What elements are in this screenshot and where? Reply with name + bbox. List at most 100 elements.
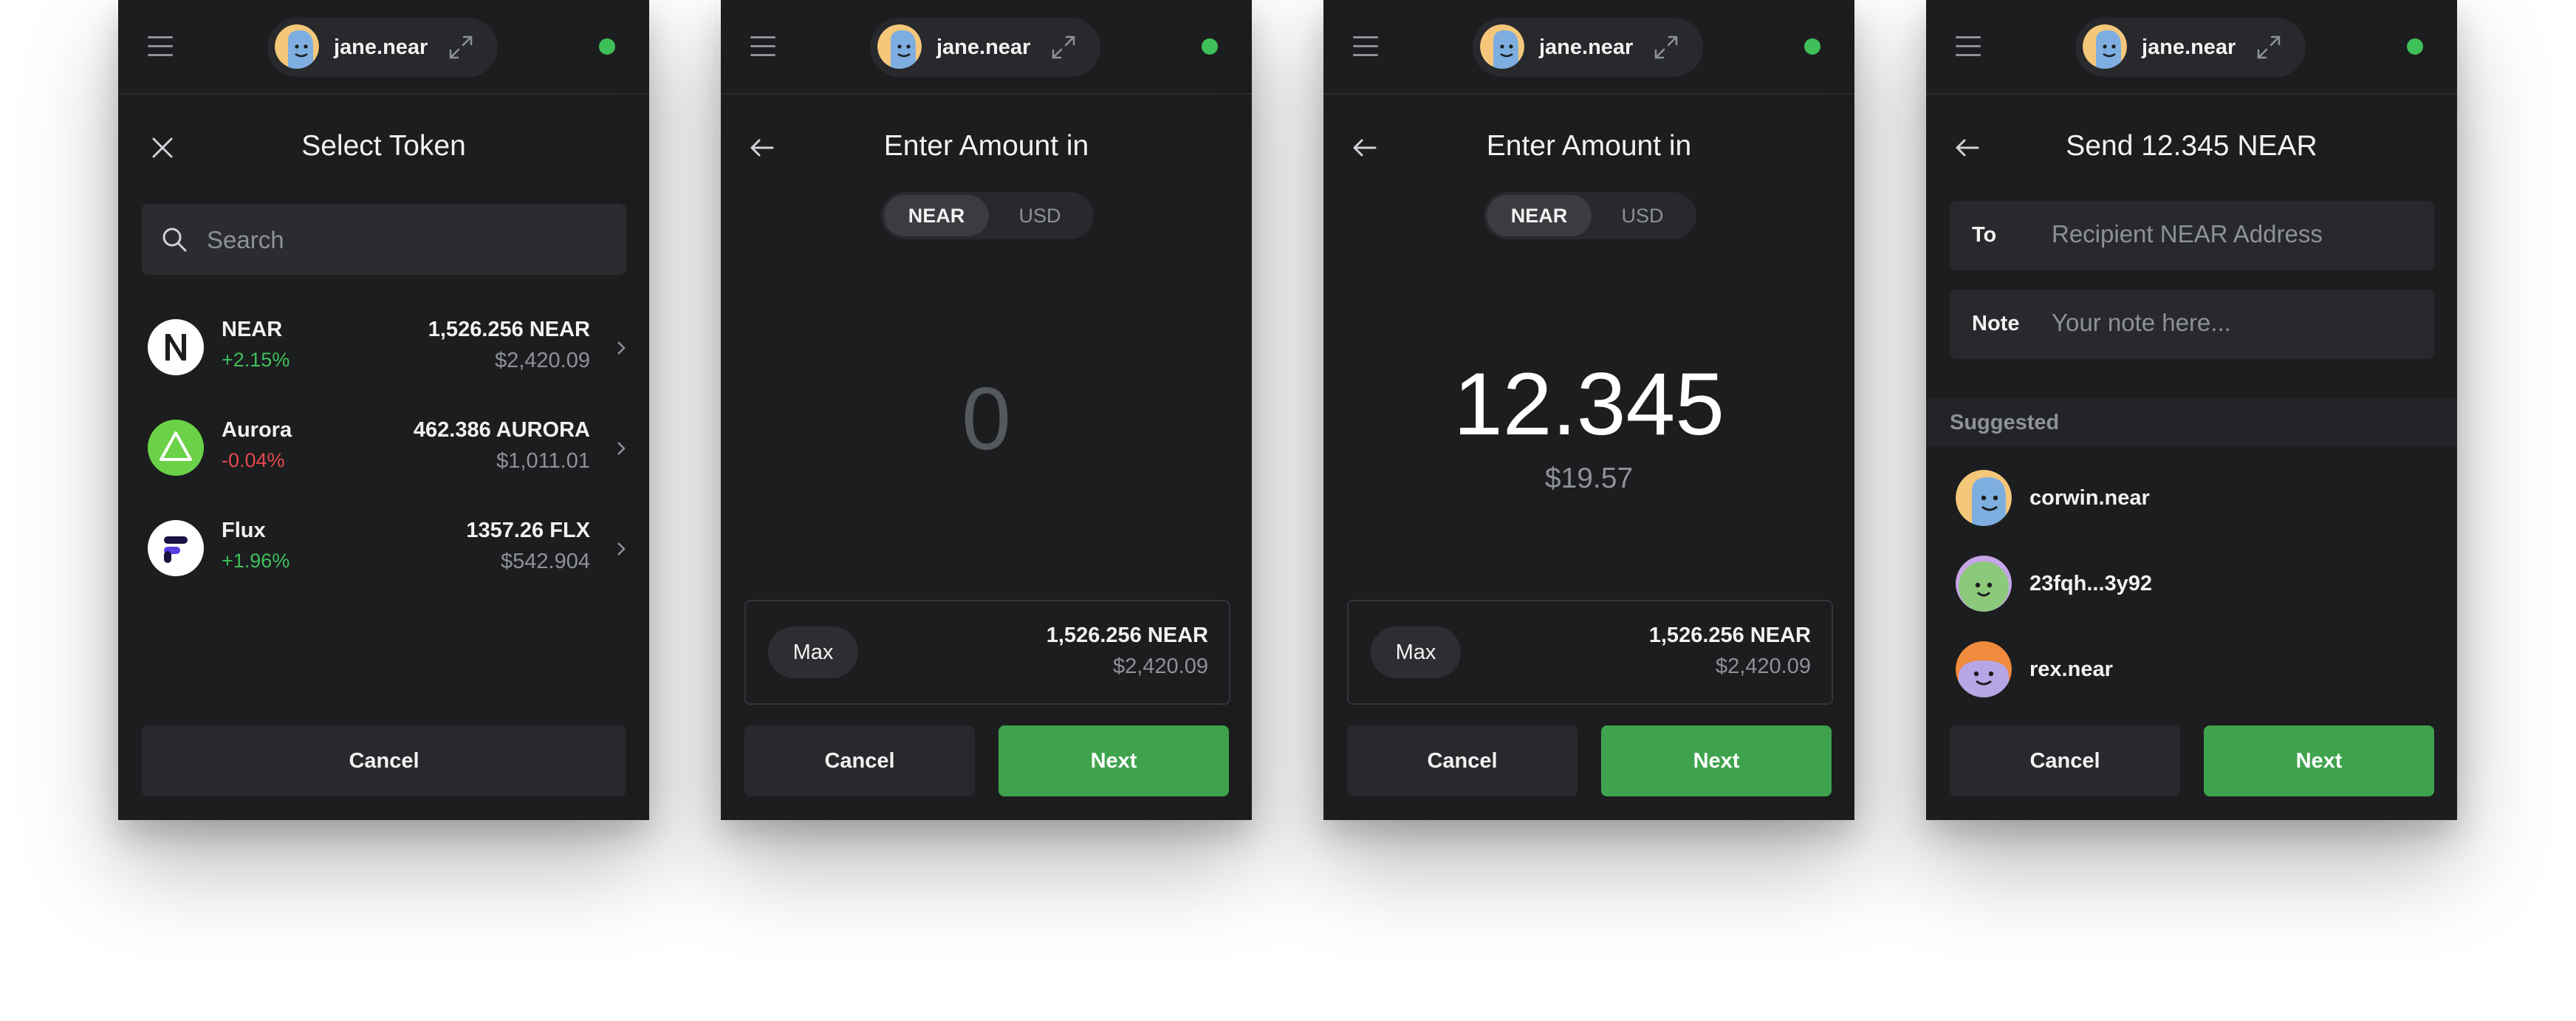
token-name: NEAR <box>222 318 283 341</box>
chevron-right-icon <box>613 539 629 559</box>
toggle-near[interactable]: NEAR <box>1487 195 1592 236</box>
green-face-avatar <box>1956 556 2012 612</box>
expand-icon[interactable] <box>448 34 474 61</box>
amount-input[interactable]: 12.345 <box>1323 353 1854 455</box>
amount-input[interactable]: 0 <box>721 368 1252 470</box>
token-usd-value: $2,420.09 <box>494 349 590 372</box>
token-change: +2.15% <box>222 349 290 371</box>
token-amount: 462.386 AURORA <box>413 418 590 442</box>
account-avatar <box>2083 24 2127 69</box>
next-button[interactable]: Next <box>1601 725 1832 796</box>
amount-usd: $19.57 <box>1544 462 1634 494</box>
menu-icon[interactable] <box>750 35 777 58</box>
account-pill[interactable]: jane.near <box>1473 18 1703 77</box>
toggle-usd[interactable]: USD <box>1592 195 1693 236</box>
chevron-right-icon <box>613 439 629 458</box>
account-name: jane.near <box>1539 35 1634 59</box>
toggle-usd[interactable]: USD <box>989 195 1091 236</box>
account-pill[interactable]: jane.near <box>870 18 1100 77</box>
enter-amount-screen-filled: jane.near Enter Amount in NEAR USD 12.34… <box>1323 0 1854 820</box>
token-name: Flux <box>222 519 266 542</box>
screen-title: Select Token <box>301 130 466 162</box>
contact-row[interactable]: rex.near <box>1926 628 2457 714</box>
send-screen: jane.near Send 12.345 NEAR To Recipient … <box>1926 0 2457 820</box>
connection-status-dot <box>2407 38 2423 55</box>
contact-row[interactable]: corwin.near <box>1926 457 2457 542</box>
contact-name: corwin.near <box>2029 486 2150 510</box>
screen-title: Enter Amount in <box>883 130 1089 162</box>
account-avatar <box>275 24 319 69</box>
token-name: Aurora <box>222 418 292 442</box>
token-amount: 1,526.256 NEAR <box>428 318 590 341</box>
top-bar: jane.near <box>118 0 649 95</box>
balance-box: Max 1,526.256 NEAR $2,420.09 <box>744 600 1230 705</box>
account-pill[interactable]: jane.near <box>267 18 498 77</box>
currency-toggle: NEAR USD <box>1484 192 1696 239</box>
token-row-aurora[interactable]: Aurora -0.04% 462.386 AURORA $1,011.01 <box>118 397 649 498</box>
account-name: jane.near <box>936 35 1031 59</box>
expand-icon[interactable] <box>1653 34 1679 61</box>
account-pill[interactable]: jane.near <box>2075 18 2306 77</box>
suggested-label: Suggested <box>1950 411 2060 434</box>
search-placeholder: Search <box>207 226 284 253</box>
note-label: Note <box>1972 312 2020 335</box>
token-usd-value: $1,011.01 <box>496 449 590 473</box>
token-change: +1.96% <box>222 550 290 572</box>
recipient-field[interactable]: To Recipient NEAR Address <box>1950 201 2434 270</box>
balance-amount: 1,526.256 NEAR <box>1648 624 1811 647</box>
search-icon <box>161 226 188 253</box>
account-name: jane.near <box>334 35 428 59</box>
account-name: jane.near <box>2142 35 2236 59</box>
max-button[interactable]: Max <box>1371 626 1461 678</box>
connection-status-dot <box>599 38 615 55</box>
note-placeholder: Your note here... <box>2052 309 2231 336</box>
token-row-flux[interactable]: Flux +1.96% 1357.26 FLX $542.904 <box>118 498 649 598</box>
menu-icon[interactable] <box>1956 35 1982 58</box>
aurora-logo-icon <box>148 420 204 476</box>
note-field[interactable]: Note Your note here... <box>1950 290 2434 359</box>
toggle-near[interactable]: NEAR <box>884 195 989 236</box>
cancel-button[interactable]: Cancel <box>1347 725 1578 796</box>
account-avatar <box>877 24 922 69</box>
token-usd-value: $542.904 <box>501 550 590 573</box>
chevron-right-icon <box>613 338 629 358</box>
top-bar: jane.near <box>721 0 1252 95</box>
token-change: -0.04% <box>222 449 285 471</box>
flux-logo-icon <box>148 520 204 576</box>
token-search-input[interactable]: Search <box>142 204 626 275</box>
top-bar: jane.near <box>1323 0 1854 95</box>
cancel-button[interactable]: Cancel <box>142 725 626 796</box>
next-button[interactable]: Next <box>998 725 1229 796</box>
account-avatar <box>1480 24 1524 69</box>
contact-name: 23fqh...3y92 <box>2029 572 2153 595</box>
expand-icon[interactable] <box>2255 34 2282 61</box>
menu-icon[interactable] <box>148 35 174 58</box>
balance-amount: 1,526.256 NEAR <box>1046 624 1208 647</box>
to-label: To <box>1972 223 1997 247</box>
recipient-placeholder: Recipient NEAR Address <box>2052 220 2323 247</box>
expand-icon[interactable] <box>1050 34 1077 61</box>
purple-face-avatar <box>1956 641 2012 697</box>
currency-toggle: NEAR USD <box>881 192 1094 239</box>
screen-title: Send 12.345 NEAR <box>2066 130 2318 162</box>
balance-usd: $2,420.09 <box>1112 655 1208 678</box>
token-row-near[interactable]: NEAR +2.15% 1,526.256 NEAR $2,420.09 <box>118 297 649 397</box>
max-button[interactable]: Max <box>768 626 858 678</box>
near-logo-icon <box>148 319 204 375</box>
top-bar: jane.near <box>1926 0 2457 95</box>
menu-icon[interactable] <box>1353 35 1380 58</box>
enter-amount-screen-empty: jane.near Enter Amount in NEAR USD 0 Max… <box>721 0 1252 820</box>
suggested-header: Suggested <box>1926 399 2457 446</box>
balance-usd: $2,420.09 <box>1715 655 1811 678</box>
contact-row[interactable]: 23fqh...3y92 <box>1926 542 2457 628</box>
next-button[interactable]: Next <box>2204 725 2434 796</box>
token-amount: 1357.26 FLX <box>466 519 590 542</box>
balance-box: Max 1,526.256 NEAR $2,420.09 <box>1347 600 1833 705</box>
cancel-button[interactable]: Cancel <box>1950 725 2180 796</box>
connection-status-dot <box>1202 38 1218 55</box>
cancel-button[interactable]: Cancel <box>744 725 975 796</box>
connection-status-dot <box>1804 38 1820 55</box>
blue-face-avatar <box>1956 470 2012 526</box>
select-token-screen: jane.near Select Token Search NEAR +2.15… <box>118 0 649 820</box>
screen-title: Enter Amount in <box>1486 130 1692 162</box>
